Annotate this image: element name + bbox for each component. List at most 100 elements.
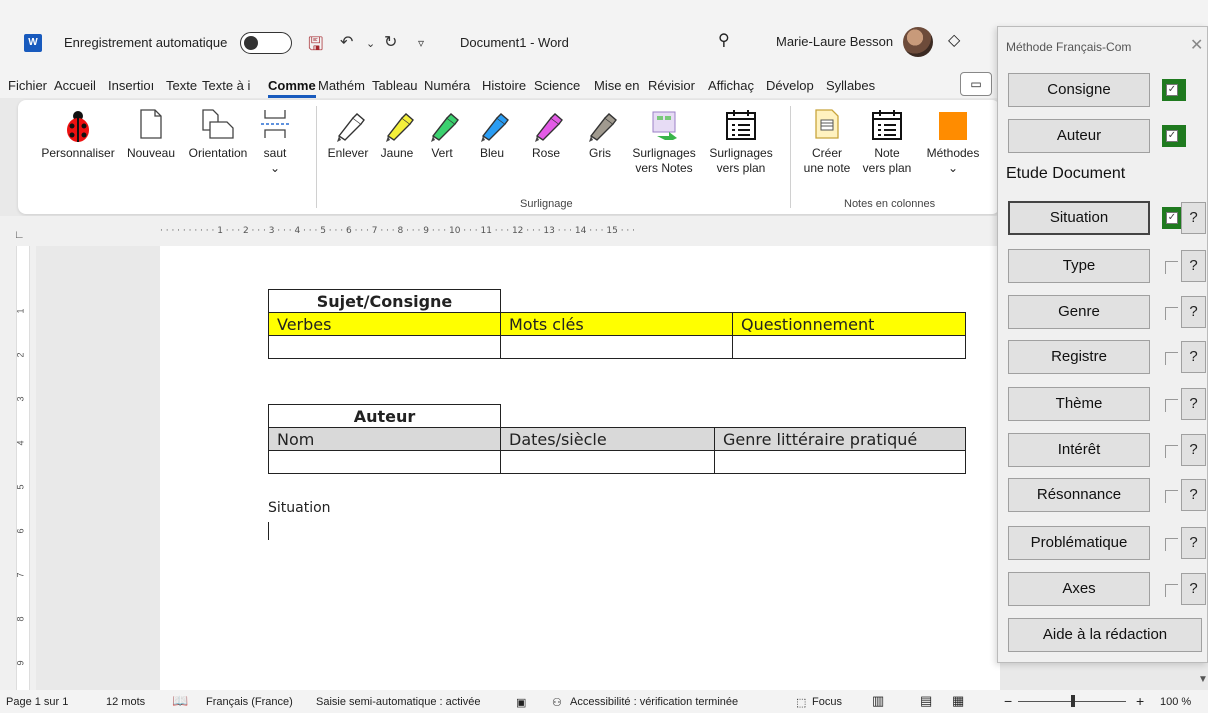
- table-cell[interactable]: [714, 450, 966, 474]
- tab-affichage[interactable]: Affichaç: [708, 78, 754, 93]
- resonnance-checkbox[interactable]: [1165, 490, 1178, 503]
- text-predictions-icon[interactable]: ▣: [516, 696, 526, 709]
- focus-label[interactable]: Focus: [812, 696, 842, 708]
- situation-checkbox[interactable]: ✓: [1162, 207, 1182, 229]
- table-cell[interactable]: [268, 335, 501, 359]
- auteur-checkbox[interactable]: ✓: [1162, 125, 1186, 147]
- tab-sciences[interactable]: Science: [534, 78, 580, 93]
- table-cell[interactable]: [500, 450, 715, 474]
- tab-texte[interactable]: Texte: [166, 78, 197, 93]
- close-icon[interactable]: ✕: [1190, 35, 1203, 55]
- resonnance-help-button[interactable]: ?: [1181, 479, 1206, 511]
- customize-toolbar-icon[interactable]: ▿: [418, 36, 424, 56]
- undo-icon[interactable]: ↶: [340, 32, 353, 52]
- problematique-button[interactable]: Problématique: [1008, 526, 1150, 560]
- save-icon[interactable]: 🖫: [308, 32, 323, 54]
- interet-button[interactable]: Intérêt: [1008, 433, 1150, 467]
- saut-button[interactable]: saut ⌄: [254, 108, 296, 176]
- tab-fichier[interactable]: Fichier: [8, 78, 47, 93]
- header-cell-questionnement[interactable]: Questionnement: [732, 312, 966, 336]
- horizontal-ruler[interactable]: · · · · · · · · · · 1 · · · 2 · · · 3 · …: [160, 226, 1000, 242]
- situation-button[interactable]: Situation: [1008, 201, 1150, 235]
- table-cell[interactable]: [732, 335, 966, 359]
- registre-checkbox[interactable]: [1165, 352, 1178, 365]
- note-vers-plan-button[interactable]: Note vers plan: [854, 108, 920, 176]
- zoom-slider-thumb[interactable]: [1071, 695, 1075, 707]
- orientation-button[interactable]: Orientation: [182, 108, 254, 161]
- proofing-icon[interactable]: 📖: [172, 693, 188, 709]
- genre-help-button[interactable]: ?: [1181, 296, 1206, 328]
- undo-dropdown-icon[interactable]: ⌄: [366, 37, 375, 57]
- tab-mathematiques[interactable]: Mathém: [318, 78, 365, 93]
- aide-redaction-button[interactable]: Aide à la rédaction: [1008, 618, 1202, 652]
- diamond-icon[interactable]: ◇: [948, 30, 960, 50]
- problematique-help-button[interactable]: ?: [1181, 527, 1206, 559]
- tab-developpeur[interactable]: Dévelop: [766, 78, 814, 93]
- vert-button[interactable]: Vert: [420, 108, 464, 161]
- axes-help-button[interactable]: ?: [1181, 573, 1206, 605]
- header-cell-nom[interactable]: Nom: [268, 427, 501, 451]
- user-name[interactable]: Marie-Laure Besson: [776, 34, 893, 49]
- consigne-title-cell[interactable]: Sujet/Consigne: [268, 289, 501, 313]
- tab-histoire[interactable]: Histoire: [482, 78, 526, 93]
- word-count[interactable]: 12 mots: [106, 696, 145, 708]
- auteur-title-cell[interactable]: Auteur: [268, 404, 501, 428]
- bleu-button[interactable]: Bleu: [470, 108, 514, 161]
- surlignages-vers-plan-button[interactable]: Surlignages vers plan: [702, 108, 780, 176]
- type-button[interactable]: Type: [1008, 249, 1150, 283]
- web-layout-icon[interactable]: ▦: [952, 693, 964, 709]
- header-cell-mots-cles[interactable]: Mots clés: [500, 312, 733, 336]
- tab-accueil[interactable]: Accueil: [54, 78, 96, 93]
- focus-icon[interactable]: ⬚: [796, 696, 806, 709]
- type-checkbox[interactable]: [1165, 261, 1178, 274]
- read-mode-icon[interactable]: ▥: [872, 693, 884, 709]
- auteur-table[interactable]: Auteur Nom Dates/siècle Genre littéraire…: [268, 404, 966, 474]
- tab-syllabes[interactable]: Syllabes: [826, 78, 875, 93]
- problematique-checkbox[interactable]: [1165, 538, 1178, 551]
- comments-button[interactable]: ▭: [960, 72, 992, 96]
- tab-revision[interactable]: Révisior: [648, 78, 695, 93]
- accessibility-status[interactable]: Accessibilité : vérification terminée: [570, 696, 738, 708]
- gris-button[interactable]: Gris: [580, 108, 620, 161]
- autocomplete-status[interactable]: Saisie semi-automatique : activée: [316, 696, 480, 708]
- tab-stop-selector[interactable]: ∟: [14, 229, 25, 241]
- enlever-button[interactable]: Enlever: [322, 108, 374, 161]
- rose-button[interactable]: Rose: [524, 108, 568, 161]
- registre-help-button[interactable]: ?: [1181, 341, 1206, 373]
- resonnance-button[interactable]: Résonnance: [1008, 478, 1150, 512]
- tab-mise-en-page[interactable]: Mise en: [594, 78, 640, 93]
- accessibility-icon[interactable]: ⚇: [552, 696, 562, 709]
- situation-help-button[interactable]: ?: [1181, 202, 1206, 234]
- type-help-button[interactable]: ?: [1181, 250, 1206, 282]
- theme-checkbox[interactable]: [1165, 399, 1178, 412]
- genre-button[interactable]: Genre: [1008, 295, 1150, 329]
- theme-button[interactable]: Thème: [1008, 387, 1150, 421]
- consigne-table[interactable]: Sujet/Consigne Verbes Mots clés Question…: [268, 289, 966, 359]
- language-status[interactable]: Français (France): [206, 696, 293, 708]
- vertical-ruler[interactable]: 1 2 3 4 5 6 7 8 9: [0, 246, 36, 690]
- consigne-button[interactable]: Consigne: [1008, 73, 1150, 107]
- page-count[interactable]: Page 1 sur 1: [6, 696, 68, 708]
- personnaliser-button[interactable]: Personnaliser: [32, 108, 124, 161]
- interet-help-button[interactable]: ?: [1181, 434, 1206, 466]
- header-cell-dates[interactable]: Dates/siècle: [500, 427, 715, 451]
- auteur-button[interactable]: Auteur: [1008, 119, 1150, 153]
- creer-note-button[interactable]: Créer une note: [796, 108, 858, 176]
- print-layout-icon[interactable]: ▤: [920, 693, 932, 709]
- zoom-in-button[interactable]: +: [1136, 693, 1144, 709]
- header-cell-verbes[interactable]: Verbes: [268, 312, 501, 336]
- nouveau-button[interactable]: Nouveau: [120, 108, 182, 161]
- surlignages-vers-notes-button[interactable]: Surlignages vers Notes: [624, 108, 704, 176]
- tab-insertion[interactable]: Insertioı: [108, 78, 154, 93]
- axes-checkbox[interactable]: [1165, 584, 1178, 597]
- genre-checkbox[interactable]: [1165, 307, 1178, 320]
- redo-icon[interactable]: ↻: [384, 32, 397, 52]
- zoom-level[interactable]: 100 %: [1160, 696, 1191, 708]
- table-cell[interactable]: [268, 450, 501, 474]
- tab-numeration[interactable]: Numéra: [424, 78, 470, 93]
- interet-checkbox[interactable]: [1165, 445, 1178, 458]
- autosave-toggle[interactable]: [240, 32, 292, 54]
- scroll-down-icon[interactable]: ▼: [1198, 674, 1208, 685]
- jaune-button[interactable]: Jaune: [374, 108, 420, 161]
- header-cell-genre[interactable]: Genre littéraire pratiqué: [714, 427, 966, 451]
